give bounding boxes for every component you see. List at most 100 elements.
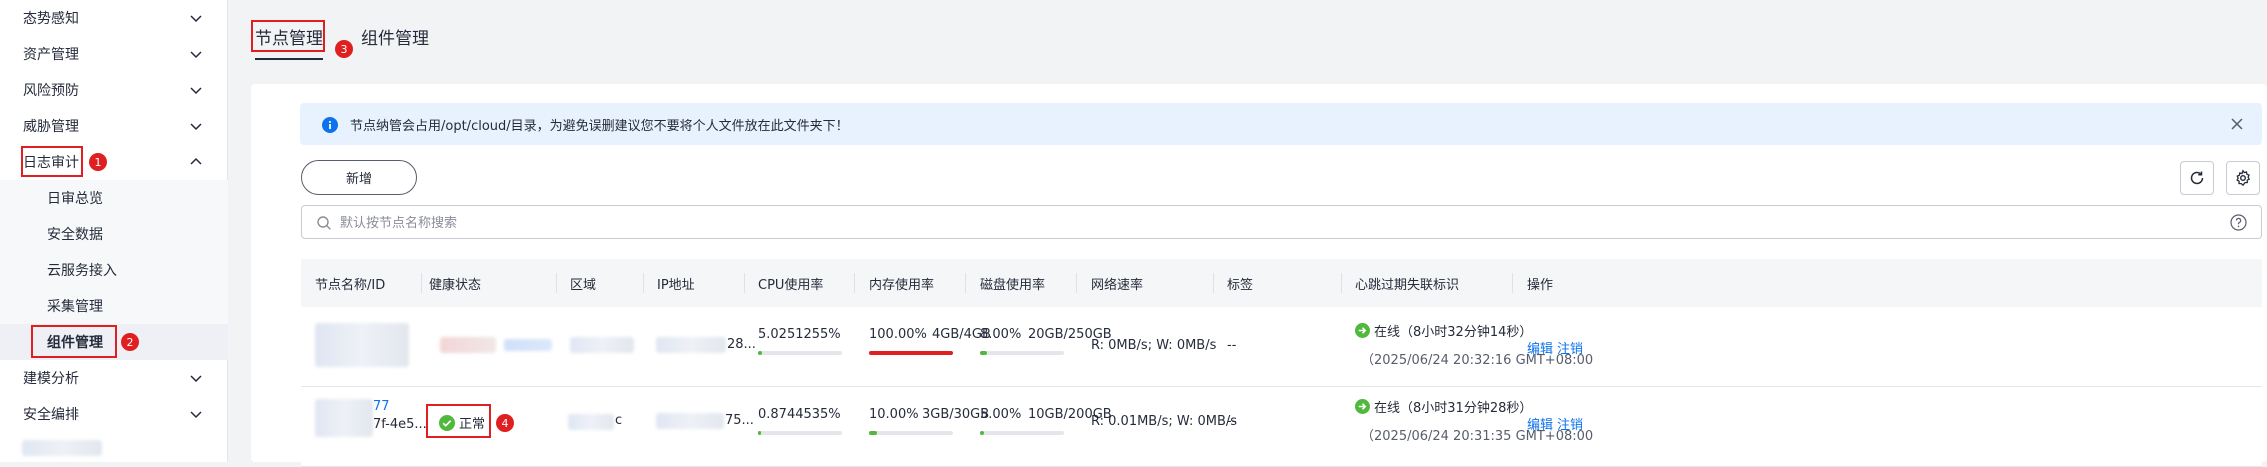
redacted-sidebar-item bbox=[22, 440, 102, 456]
chevron-down-icon bbox=[190, 15, 202, 23]
deregister-link[interactable]: 注销 bbox=[1557, 414, 1583, 433]
redacted-node-name bbox=[315, 323, 409, 367]
search-icon bbox=[317, 216, 331, 230]
step-marker-1: 1 bbox=[89, 153, 107, 171]
cpu-usage-bar bbox=[758, 431, 842, 435]
settings-button[interactable] bbox=[2226, 161, 2260, 195]
column-divider bbox=[1341, 273, 1342, 293]
sidebar-item-situation-awareness[interactable]: 态势感知 bbox=[0, 0, 228, 36]
search-box bbox=[301, 205, 2262, 239]
sidebar-subitem-label: 日审总览 bbox=[47, 191, 103, 207]
column-header-node-name: 节点名称/ID bbox=[315, 278, 386, 293]
add-node-button[interactable]: 新增 bbox=[301, 160, 417, 195]
heartbeat-status: 在线（8小时31分钟28秒） bbox=[1355, 397, 1532, 416]
sidebar-item-security-orchestration[interactable]: 安全编排 bbox=[0, 396, 228, 432]
active-tab-indicator bbox=[255, 58, 323, 60]
cpu-usage-fill bbox=[758, 351, 763, 355]
refresh-icon bbox=[2190, 171, 2204, 185]
column-header-disk: 磁盘使用率 bbox=[980, 278, 1046, 293]
deregister-link[interactable]: 注销 bbox=[1557, 338, 1583, 357]
node-name-link[interactable]: 77 bbox=[373, 399, 390, 414]
ip-address: 75... bbox=[725, 413, 754, 428]
sidebar: 态势感知 资产管理 风险预防 威胁管理 日志审计 1 日审总览 安全数据 云服务… bbox=[0, 0, 228, 462]
sidebar-subitem-log-overview[interactable]: 日审总览 bbox=[0, 180, 228, 216]
highlight-box-log-audit bbox=[21, 146, 83, 177]
heartbeat-text: 在线（8小时31分钟28秒） bbox=[1374, 401, 1533, 416]
heartbeat-status: 在线（8小时32分钟14秒） bbox=[1355, 321, 1532, 340]
tags-value: -- bbox=[1227, 338, 1237, 353]
table-header: 节点名称/ID 健康状态 区域 IP地址 CPU使用率 内存使用率 磁盘使用率 … bbox=[301, 259, 2262, 307]
highlight-box-health-normal bbox=[426, 404, 491, 438]
chevron-down-icon bbox=[190, 123, 202, 131]
chevron-down-icon bbox=[190, 51, 202, 59]
disk-usage-bar bbox=[980, 351, 1064, 355]
help-icon[interactable] bbox=[2230, 214, 2247, 231]
sidebar-item-modeling-analysis[interactable]: 建模分析 bbox=[0, 360, 228, 396]
column-divider bbox=[744, 273, 745, 293]
column-header-heartbeat: 心跳过期失联标识 bbox=[1355, 278, 1460, 293]
search-input[interactable] bbox=[340, 212, 2140, 234]
column-divider bbox=[1076, 273, 1077, 293]
redacted-region bbox=[568, 414, 614, 430]
chevron-up-icon bbox=[190, 157, 202, 165]
chevron-down-icon bbox=[190, 375, 202, 383]
heartbeat-text: 在线（8小时32分钟14秒） bbox=[1374, 325, 1533, 340]
column-divider bbox=[1512, 273, 1513, 293]
step-marker-2: 2 bbox=[121, 333, 139, 351]
column-header-health: 健康状态 bbox=[429, 278, 482, 293]
close-icon[interactable] bbox=[2228, 115, 2246, 133]
sidebar-item-risk-prevention[interactable]: 风险预防 bbox=[0, 72, 228, 108]
column-divider bbox=[854, 273, 855, 293]
tab-bar: 节点管理 组件管理 3 bbox=[229, 0, 2267, 64]
column-divider bbox=[556, 273, 557, 293]
redacted-health-detail bbox=[504, 339, 552, 351]
table-row: 77 7f-4e5... 正常 4 c 75... 0.8744535% 10.… bbox=[301, 387, 2262, 467]
table-row: 28... 5.0251255% 100.00% 4GB/4GB 8.00% 2… bbox=[301, 307, 2262, 387]
sidebar-subitem-label: 安全数据 bbox=[47, 227, 103, 243]
sidebar-subitem-label: 采集管理 bbox=[47, 299, 103, 315]
sidebar-subitem-cloud-service-access[interactable]: 云服务接入 bbox=[0, 252, 228, 288]
sidebar-item-asset-management[interactable]: 资产管理 bbox=[0, 36, 228, 72]
refresh-button[interactable] bbox=[2180, 161, 2214, 195]
disk-usage-fill bbox=[980, 351, 987, 355]
sidebar-subitem-label: 云服务接入 bbox=[47, 263, 117, 279]
column-header-region: 区域 bbox=[570, 278, 597, 293]
sidebar-subitem-security-data[interactable]: 安全数据 bbox=[0, 216, 228, 252]
memory-usage-fill bbox=[869, 351, 953, 355]
memory-usage-bar bbox=[869, 431, 953, 435]
tags-value: -- bbox=[1227, 414, 1237, 429]
redacted-health-status bbox=[440, 337, 496, 353]
memory-usage: 10.00% bbox=[869, 407, 919, 422]
network-rate: R: 0.01MB/s; W: 0MB/s bbox=[1091, 414, 1238, 429]
memory-usage: 100.00% bbox=[869, 327, 927, 342]
ip-address: 28... bbox=[727, 337, 756, 352]
column-divider bbox=[1213, 273, 1214, 293]
step-marker-3: 3 bbox=[335, 40, 353, 58]
cpu-usage: 5.0251255% bbox=[758, 327, 841, 342]
edit-link[interactable]: 编辑 bbox=[1527, 414, 1553, 433]
column-header-memory: 内存使用率 bbox=[869, 278, 935, 293]
sidebar-item-label: 风险预防 bbox=[23, 83, 79, 99]
redacted-ip bbox=[656, 337, 726, 353]
node-id: 7f-4e5... bbox=[373, 417, 427, 432]
edit-link[interactable]: 编辑 bbox=[1527, 338, 1553, 357]
column-divider bbox=[643, 273, 644, 293]
region-value: c bbox=[615, 413, 623, 428]
chevron-down-icon bbox=[190, 87, 202, 95]
network-rate: R: 0MB/s; W: 0MB/s bbox=[1091, 338, 1217, 353]
sidebar-item-threat-management[interactable]: 威胁管理 bbox=[0, 108, 228, 144]
redacted-node-name bbox=[315, 399, 373, 437]
disk-usage-fill bbox=[980, 431, 985, 435]
cpu-usage-bar bbox=[758, 351, 842, 355]
sidebar-subitem-collection-management[interactable]: 采集管理 bbox=[0, 288, 228, 324]
online-arrow-icon bbox=[1355, 399, 1370, 414]
tab-component-management[interactable]: 组件管理 bbox=[361, 24, 429, 49]
column-header-ip: IP地址 bbox=[657, 278, 695, 293]
info-icon bbox=[322, 117, 338, 133]
highlight-box-component-management bbox=[31, 325, 117, 358]
sidebar-item-label: 威胁管理 bbox=[23, 119, 79, 135]
gear-icon bbox=[2236, 169, 2251, 187]
sidebar-item-label: 安全编排 bbox=[23, 407, 79, 423]
sidebar-item-label: 资产管理 bbox=[23, 47, 79, 63]
chevron-down-icon bbox=[190, 411, 202, 419]
